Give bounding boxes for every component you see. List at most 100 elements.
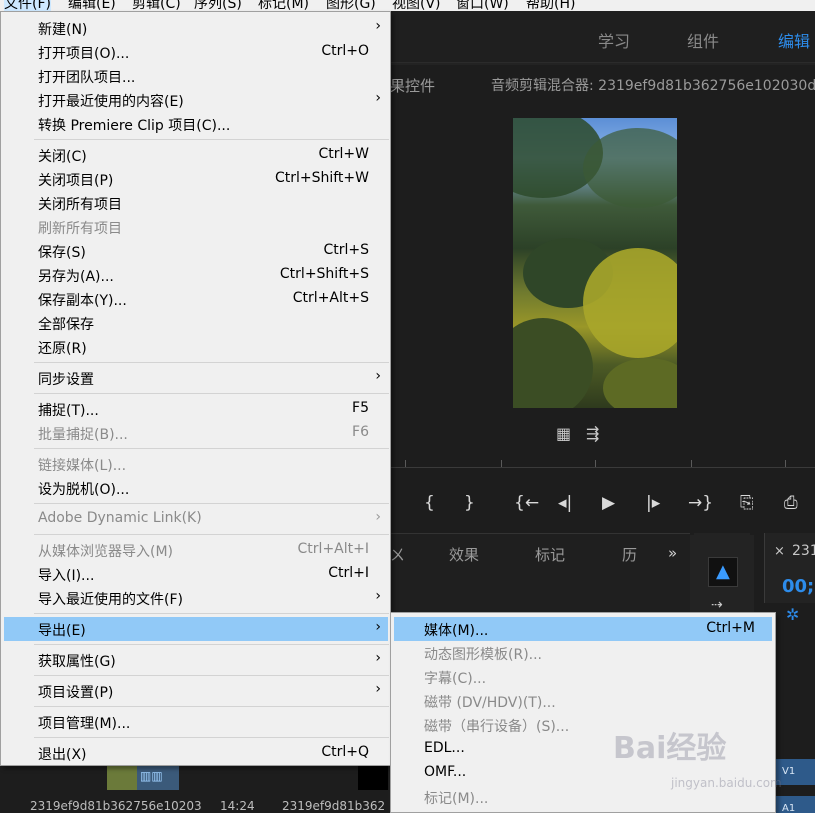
monitor-time-ruler[interactable] bbox=[388, 450, 815, 468]
submenu-item-captions[interactable]: 字幕(C)... bbox=[394, 665, 772, 689]
menu-item-link-media[interactable]: 链接媒体(L)... bbox=[4, 452, 388, 476]
submenu-arrow-icon: › bbox=[375, 619, 381, 635]
audio-waveform-icon: ▥▥ bbox=[140, 769, 163, 783]
step-forward-icon[interactable]: |▸ bbox=[646, 493, 660, 513]
tab-markers[interactable]: 标记 bbox=[535, 544, 565, 565]
submenu-item-markers[interactable]: 标记(M)... bbox=[394, 785, 772, 809]
submenu-arrow-icon: › bbox=[375, 18, 381, 34]
arrow-cursor-icon: ▲ bbox=[716, 561, 730, 582]
menu-separator bbox=[34, 362, 389, 363]
menu-item-revert[interactable]: 还原(R) bbox=[4, 335, 388, 359]
transport-controls: { } {← ◂| ▶ |▸ →} ⎘ ⎙ bbox=[388, 485, 815, 525]
panel-overflow-icon[interactable]: » bbox=[668, 544, 677, 562]
menu-item-project-settings[interactable]: 项目设置(P) › bbox=[4, 679, 388, 703]
settings-wrench-icon[interactable]: ⇶ bbox=[586, 424, 599, 443]
menu-separator bbox=[34, 503, 389, 504]
track-a1[interactable]: A1 bbox=[774, 796, 815, 813]
tab-audio-clip-mixer[interactable]: 音频剪辑混合器: 2319ef9d81b362756e102030d0 bbox=[491, 75, 815, 95]
panel-tab-partial[interactable]: ㄨ bbox=[390, 544, 405, 565]
menu-item-batch-capture[interactable]: 批量捕捉(B)... F6 bbox=[4, 421, 388, 445]
track-v1[interactable]: V1 bbox=[774, 759, 815, 785]
step-back-icon[interactable]: ◂| bbox=[558, 493, 572, 513]
overwrite-icon[interactable]: ⎙ bbox=[784, 493, 798, 513]
menu-help[interactable]: 帮助(H) bbox=[526, 0, 575, 11]
timeline-tab-title[interactable]: 231 bbox=[792, 543, 815, 559]
menu-file[interactable]: 文件(F) bbox=[4, 0, 51, 11]
menu-item-save-as[interactable]: 另存为(A)... Ctrl+Shift+S bbox=[4, 263, 388, 287]
workspace-tab-learn[interactable]: 学习 bbox=[598, 28, 630, 52]
menu-marker[interactable]: 标记(M) bbox=[258, 0, 309, 11]
clip-name-2: 2319ef9d81b362 bbox=[282, 799, 386, 813]
clip-thumbnail-2[interactable] bbox=[358, 766, 388, 790]
menu-separator bbox=[34, 675, 389, 676]
menu-item-capture[interactable]: 捕捉(T)... F5 bbox=[4, 397, 388, 421]
submenu-item-edl[interactable]: EDL... bbox=[394, 737, 772, 761]
menu-item-save[interactable]: 保存(S) Ctrl+S bbox=[4, 239, 388, 263]
timeline-tab-close-icon[interactable]: × bbox=[774, 544, 785, 559]
menu-separator bbox=[34, 613, 389, 614]
snap-icon[interactable]: ✲ bbox=[786, 605, 799, 624]
insert-icon[interactable]: ⎘ bbox=[740, 493, 754, 513]
film-icon[interactable]: ▦ bbox=[556, 424, 571, 443]
menu-item-convert-premiere-clip[interactable]: 转换 Premiere Clip 项目(C)... bbox=[4, 112, 388, 136]
menu-item-new[interactable]: 新建(N) › bbox=[4, 16, 388, 40]
submenu-item-tape-dv-hdv[interactable]: 磁带 (DV/HDV)(T)... bbox=[394, 689, 772, 713]
menu-edit[interactable]: 编辑(E) bbox=[68, 0, 116, 11]
menu-graphics[interactable]: 图形(G) bbox=[326, 0, 376, 11]
workspace-tab-editing[interactable]: 编辑 bbox=[778, 28, 810, 52]
menu-item-open-project[interactable]: 打开项目(O)... Ctrl+O bbox=[4, 40, 388, 64]
project-bin-strip: ▥▥ 2319ef9d81b362756e10203 14:24 2319ef9… bbox=[0, 766, 388, 813]
submenu-item-tape-serial-device[interactable]: 磁带（串行设备）(S)... bbox=[394, 713, 772, 737]
menu-separator bbox=[34, 737, 389, 738]
mark-in-icon[interactable]: { bbox=[424, 493, 435, 513]
go-to-in-icon[interactable]: {← bbox=[514, 493, 539, 513]
workspace-tab-assembly[interactable]: 组件 bbox=[687, 28, 719, 52]
submenu-arrow-icon: › bbox=[375, 681, 381, 697]
submenu-arrow-icon: › bbox=[375, 588, 381, 604]
tab-history[interactable]: 历 bbox=[622, 544, 637, 565]
export-submenu: 媒体(M)... Ctrl+M 动态图形模板(R)... 字幕(C)... 磁带 … bbox=[390, 612, 776, 813]
menu-item-open-recent[interactable]: 打开最近使用的内容(E) › bbox=[4, 88, 388, 112]
tab-effects[interactable]: 效果 bbox=[449, 544, 479, 565]
menu-item-exit[interactable]: 退出(X) Ctrl+Q bbox=[4, 741, 388, 765]
menubar: 文件(F) 编辑(E) 剪辑(C) 序列(S) 标记(M) 图形(G) 视图(V… bbox=[0, 0, 815, 11]
submenu-item-omf[interactable]: OMF... bbox=[394, 761, 772, 785]
menu-item-project-manager[interactable]: 项目管理(M)... bbox=[4, 710, 388, 734]
menu-item-close-project[interactable]: 关闭项目(P) Ctrl+Shift+W bbox=[4, 167, 388, 191]
submenu-arrow-icon: › bbox=[375, 368, 381, 384]
tab-effect-controls[interactable]: 果控件 bbox=[390, 75, 435, 96]
selection-tool-button[interactable]: ▲ bbox=[708, 557, 738, 587]
program-monitor: 果控件 音频剪辑混合器: 2319ef9d81b362756e102030d0 … bbox=[388, 65, 815, 535]
submenu-item-media[interactable]: 媒体(M)... Ctrl+M bbox=[394, 617, 772, 641]
menu-item-close-all-projects[interactable]: 关闭所有项目 bbox=[4, 191, 388, 215]
play-icon[interactable]: ▶ bbox=[602, 493, 615, 513]
menu-item-import[interactable]: 导入(I)... Ctrl+I bbox=[4, 562, 388, 586]
menu-item-save-all[interactable]: 全部保存 bbox=[4, 311, 388, 335]
menu-item-import-from-media-browser[interactable]: 从媒体浏览器导入(M) Ctrl+Alt+I bbox=[4, 538, 388, 562]
menu-item-save-copy[interactable]: 保存副本(Y)... Ctrl+Alt+S bbox=[4, 287, 388, 311]
menu-separator bbox=[34, 139, 389, 140]
menu-item-make-offline[interactable]: 设为脱机(O)... bbox=[4, 476, 388, 500]
menu-clip[interactable]: 剪辑(C) bbox=[132, 0, 181, 11]
menu-item-adobe-dynamic-link[interactable]: Adobe Dynamic Link(K) › bbox=[4, 507, 388, 531]
menu-item-refresh-all-projects[interactable]: 刷新所有项目 bbox=[4, 215, 388, 239]
clip-thumbnail[interactable]: ▥▥ bbox=[107, 766, 179, 790]
menu-item-export[interactable]: 导出(E) › bbox=[4, 617, 388, 641]
video-preview bbox=[513, 118, 677, 408]
submenu-item-motion-graphics-template[interactable]: 动态图形模板(R)... bbox=[394, 641, 772, 665]
menu-item-import-recent-file[interactable]: 导入最近使用的文件(F) › bbox=[4, 586, 388, 610]
menu-item-sync-settings[interactable]: 同步设置 › bbox=[4, 366, 388, 390]
timeline-timecode[interactable]: 00;0 bbox=[782, 576, 815, 597]
menu-item-close[interactable]: 关闭(C) Ctrl+W bbox=[4, 143, 388, 167]
submenu-arrow-icon: › bbox=[375, 509, 381, 525]
menu-window[interactable]: 窗口(W) bbox=[456, 0, 509, 11]
submenu-arrow-icon: › bbox=[375, 650, 381, 666]
go-to-out-icon[interactable]: →} bbox=[688, 493, 713, 513]
menu-item-get-properties[interactable]: 获取属性(G) › bbox=[4, 648, 388, 672]
menu-sequence[interactable]: 序列(S) bbox=[194, 0, 242, 11]
menu-item-open-team-project[interactable]: 打开团队项目... bbox=[4, 64, 388, 88]
track-select-icon[interactable]: ⇢ bbox=[711, 597, 723, 613]
clip-duration: 14:24 bbox=[220, 799, 255, 813]
mark-out-icon[interactable]: } bbox=[464, 493, 475, 513]
menu-view[interactable]: 视图(V) bbox=[392, 0, 441, 11]
